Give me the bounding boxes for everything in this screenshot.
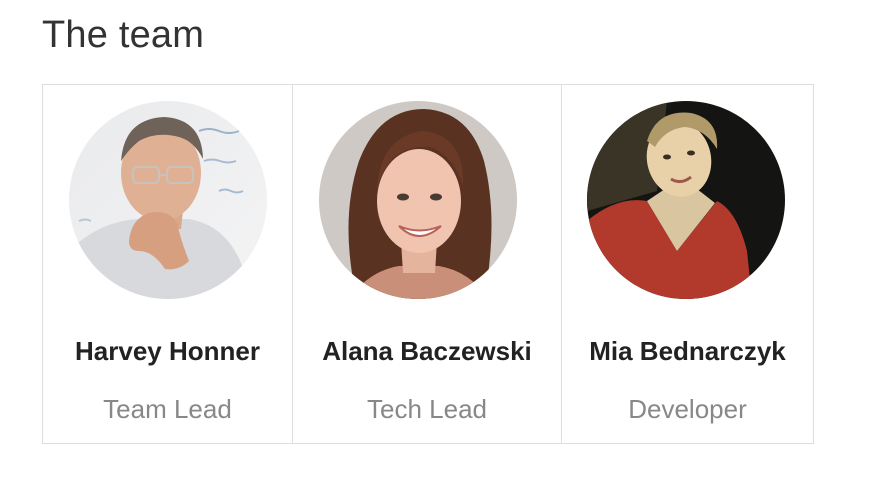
avatar xyxy=(587,101,785,299)
member-role: Tech Lead xyxy=(367,394,487,424)
section-title: The team xyxy=(42,14,205,56)
member-name: Mia Bednarczyk xyxy=(589,336,786,366)
team-member-card: Mia Bednarczyk Developer xyxy=(562,85,813,443)
member-name: Alana Baczewski xyxy=(322,336,532,366)
member-name: Harvey Honner xyxy=(75,336,260,366)
member-role: Team Lead xyxy=(103,394,232,424)
page: The team Harvey Honner Team Lead Alana B… xyxy=(0,0,870,484)
team-member-card: Alana Baczewski Tech Lead xyxy=(293,85,562,443)
avatar xyxy=(69,101,267,299)
team-grid: Harvey Honner Team Lead Alana Baczewski … xyxy=(42,84,814,444)
team-member-card: Harvey Honner Team Lead xyxy=(43,85,293,443)
member-role: Developer xyxy=(628,394,747,424)
avatar xyxy=(319,101,517,299)
